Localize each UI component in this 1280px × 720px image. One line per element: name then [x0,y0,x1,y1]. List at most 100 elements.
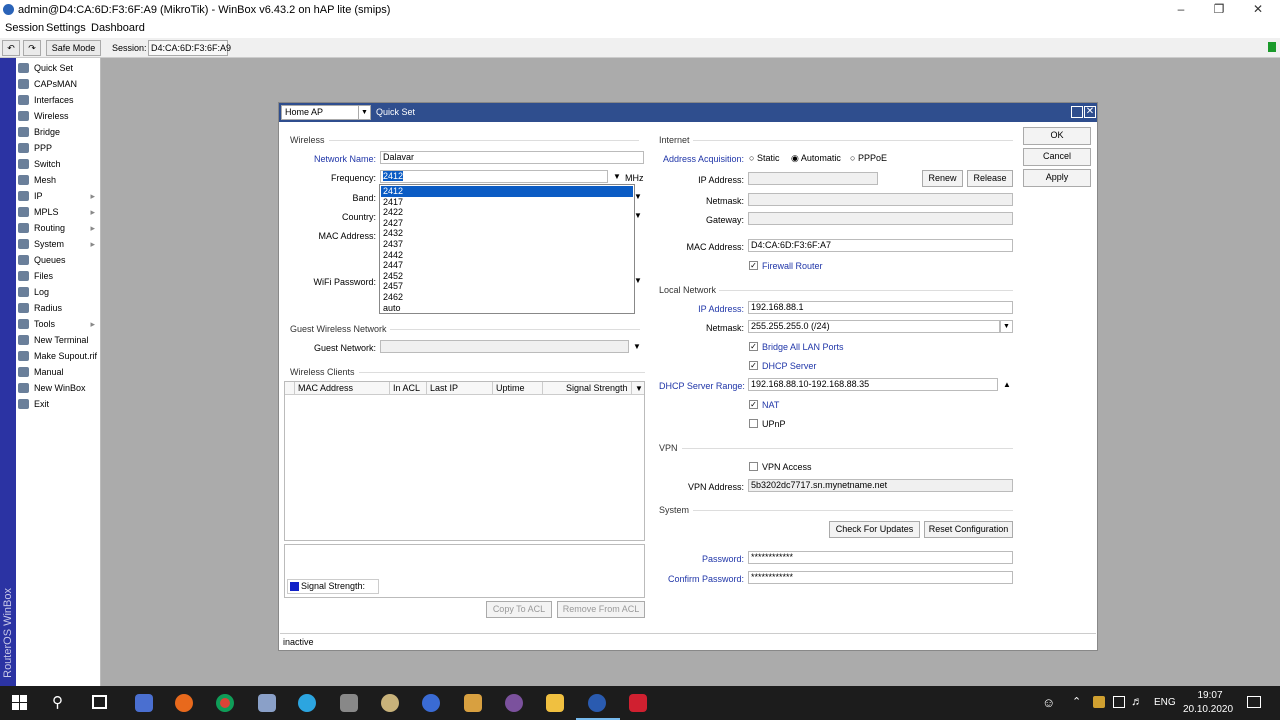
dhcp-server-checkbox[interactable]: ✓ [749,361,758,370]
clients-table[interactable]: MAC Address In ACL Last IP Uptime Signal… [284,381,645,541]
netmask-dropdown-icon[interactable]: ▼ [1000,320,1013,333]
col-last-ip[interactable]: Last IP [427,382,493,395]
mode-select[interactable]: Home AP ▼ [281,105,371,120]
redo-icon[interactable]: ↷ [23,40,41,56]
sidebar-item-quick-set[interactable]: Quick Set [16,60,101,76]
session-field[interactable]: D4:CA:6D:F3:6F:A9 [148,40,231,56]
undo-icon[interactable]: ↶ [2,40,20,56]
apply-button[interactable]: Apply [1023,169,1091,187]
sidebar-item-mpls[interactable]: MPLS ▸ [16,204,101,220]
sidebar-item-capsman[interactable]: CAPsMAN [16,76,101,92]
sidebar-item-tools[interactable]: Tools ▸ [16,316,101,332]
app-icon[interactable] [629,694,647,712]
chevron-down-icon[interactable]: ▼ [358,106,370,119]
vpn-access-checkbox[interactable] [749,462,758,471]
clock-time[interactable]: 19:07 [1186,690,1234,701]
frequency-option[interactable]: 2427 [381,218,633,229]
frequency-option[interactable]: 2457 [381,281,633,292]
col-mac-address[interactable]: MAC Address [295,382,390,395]
guest-network-dropdown-icon[interactable]: ▼ [633,342,641,351]
col-uptime[interactable]: Uptime [493,382,543,395]
sidebar-item-files[interactable]: Files [16,268,101,284]
sidebar-item-interfaces[interactable]: Interfaces [16,92,101,108]
check-updates-button[interactable]: Check For Updates [829,521,920,538]
folder-icon[interactable] [546,694,564,712]
task-view-icon[interactable] [92,695,107,709]
chevron-up-icon[interactable]: ▲ [1003,380,1011,389]
guest-network-select[interactable] [380,340,629,353]
frequency-select[interactable]: 2412 [380,170,608,183]
search-icon[interactable]: ⚲ [52,693,63,711]
restore-icon[interactable]: ❐ [1204,2,1234,18]
sidebar-item-wireless[interactable]: Wireless [16,108,101,124]
sidebar-item-make-supout-rif[interactable]: Make Supout.rif [16,348,101,364]
ok-button[interactable]: OK [1023,127,1091,145]
lan-netmask-field[interactable]: 255.255.255.0 (/24) [748,320,1000,333]
chevron-up-icon[interactable]: ⌃ [1072,695,1081,708]
cancel-button[interactable]: Cancel [1023,148,1091,166]
frequency-option[interactable]: 2437 [381,239,633,250]
dialog-close-icon[interactable]: ✕ [1084,106,1096,118]
wan-ip-field[interactable] [748,172,878,185]
sidebar-item-routing[interactable]: Routing ▸ [16,220,101,236]
menu-settings[interactable]: Settings [46,22,86,34]
menu-dashboard[interactable]: Dashboard [91,22,145,34]
vpn-address-field[interactable]: 5b3202dc7717.sn.mynetname.net [748,479,1013,492]
sidebar-item-new-terminal[interactable]: New Terminal [16,332,101,348]
renew-button[interactable]: Renew [922,170,963,187]
band-dropdown-icon[interactable]: ▼ [634,192,642,201]
firewall-router-checkbox[interactable]: ✓ [749,261,758,270]
wan-netmask-field[interactable] [748,193,1013,206]
frequency-option[interactable]: 2462 [381,292,633,303]
notepad-icon[interactable] [258,694,276,712]
sidebar-item-exit[interactable]: Exit [16,396,101,412]
app-icon[interactable] [340,694,358,712]
network-name-field[interactable]: Dalavar [380,151,644,164]
winbox-taskbar-icon[interactable] [588,694,606,712]
release-button[interactable]: Release [967,170,1013,187]
radio-automatic[interactable]: ◉ Automatic [791,153,841,164]
chrome-icon[interactable] [216,694,234,712]
people-icon[interactable]: ☺ [1042,695,1055,710]
lan-ip-field[interactable]: 192.168.88.1 [748,301,1013,314]
network-icon[interactable] [1113,696,1125,708]
safe-mode-button[interactable]: Safe Mode [46,40,101,56]
country-dropdown-icon[interactable]: ▼ [634,211,642,220]
app-icon[interactable] [464,694,482,712]
bridge-all-checkbox[interactable]: ✓ [749,342,758,351]
password-field[interactable]: ************ [748,551,1013,564]
radio-static[interactable]: ○ Static [749,153,779,163]
volume-icon[interactable]: ♬ [1131,694,1143,708]
frequency-dropdown-list[interactable]: 2412 2417 2422 2427 2432 2437 2442 2447 2452 2457… [379,184,635,314]
sidebar-item-queues[interactable]: Queues [16,252,101,268]
sidebar-item-switch[interactable]: Switch [16,156,101,172]
frequency-option[interactable]: 2432 [381,228,633,239]
sidebar-item-ip[interactable]: IP ▸ [16,188,101,204]
wifi-password-dropdown-icon[interactable]: ▼ [634,276,642,285]
wan-mac-field[interactable]: D4:CA:6D:F3:6F:A7 [748,239,1013,252]
tray-icon[interactable] [1093,696,1105,708]
close-icon[interactable]: ✕ [1243,2,1273,18]
frequency-dropdown-icon[interactable]: ▼ [613,172,621,181]
maximize-icon[interactable] [1071,106,1083,118]
frequency-option[interactable]: 2412 [381,186,633,197]
sidebar-item-ppp[interactable]: PPP [16,140,101,156]
app-icon[interactable] [422,694,440,712]
windows-start-icon[interactable] [12,695,28,711]
app-icon[interactable] [381,694,399,712]
telegram-icon[interactable] [298,694,316,712]
sidebar-item-bridge[interactable]: Bridge [16,124,101,140]
clock-date[interactable]: 20.10.2020 [1181,704,1235,715]
copy-to-acl-button[interactable]: Copy To ACL [486,601,552,618]
menu-session[interactable]: Session [5,22,44,34]
gateway-field[interactable] [748,212,1013,225]
sidebar-item-new-winbox[interactable]: New WinBox [16,380,101,396]
upnp-checkbox[interactable] [749,419,758,428]
sidebar-item-log[interactable]: Log [16,284,101,300]
col-in-acl[interactable]: In ACL [390,382,427,395]
frequency-option[interactable]: 2417 [381,197,633,208]
app-icon[interactable] [135,694,153,712]
frequency-option[interactable]: 2442 [381,250,633,261]
viber-icon[interactable] [505,694,523,712]
radio-pppoe[interactable]: ○ PPPoE [850,153,887,163]
